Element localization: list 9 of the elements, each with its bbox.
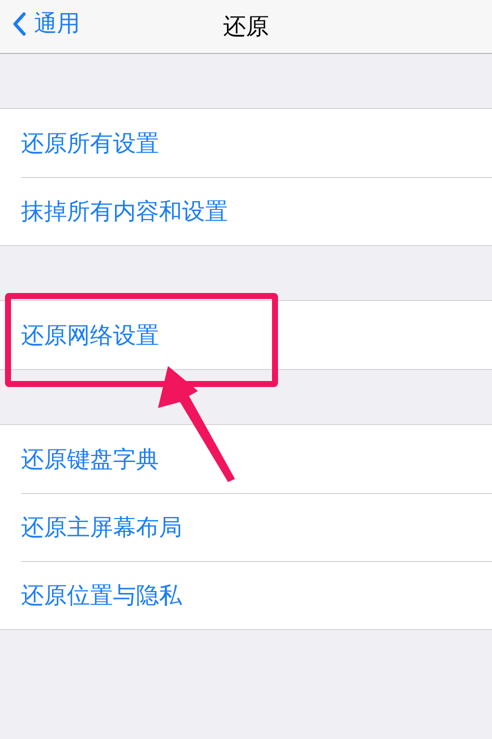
settings-row[interactable]: 还原网络设置 (0, 301, 492, 369)
settings-row[interactable]: 还原位置与隐私 (0, 561, 492, 629)
back-button[interactable]: 通用 (8, 6, 84, 41)
settings-row[interactable]: 抹掉所有内容和设置 (0, 177, 492, 245)
settings-row[interactable]: 还原主屏幕布局 (0, 493, 492, 561)
settings-row[interactable]: 还原键盘字典 (0, 425, 492, 493)
back-chevron-icon (12, 12, 26, 36)
screen-title: 还原 (223, 13, 269, 42)
settings-row[interactable]: 还原所有设置 (0, 109, 492, 177)
